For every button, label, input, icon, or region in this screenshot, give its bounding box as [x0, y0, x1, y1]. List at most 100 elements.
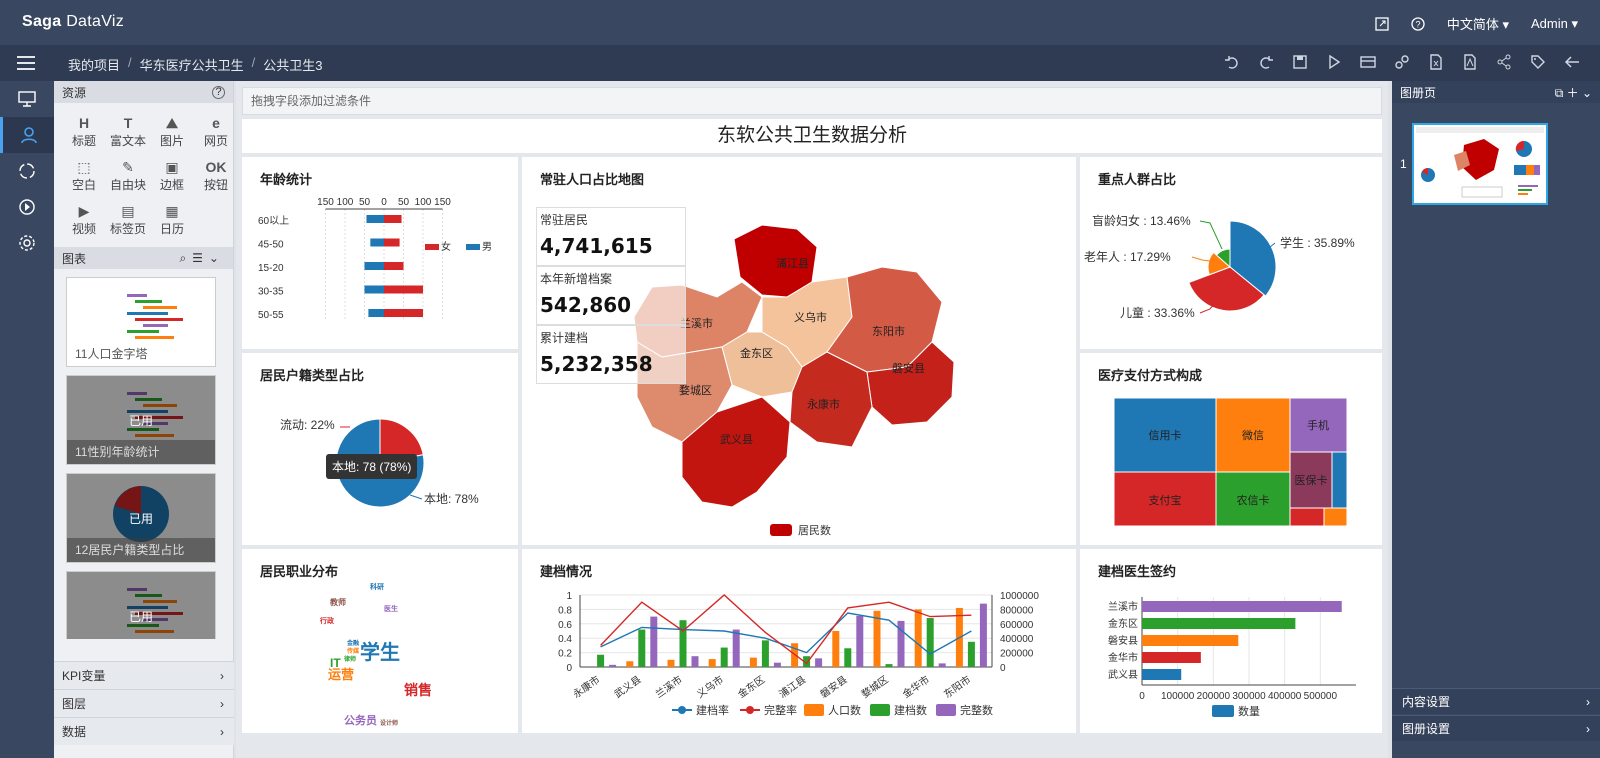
card-icon[interactable]: [1360, 54, 1376, 70]
play-icon[interactable]: [1326, 54, 1342, 70]
user-menu[interactable]: Admin ▾: [1531, 16, 1578, 32]
rail-user[interactable]: [0, 117, 54, 153]
album-settings[interactable]: 图册设置 ›: [1392, 715, 1600, 741]
word: 教师: [329, 597, 346, 607]
monitor-icon: [18, 91, 36, 107]
section-1[interactable]: 图层 ›: [54, 689, 234, 717]
undo-icon[interactable]: [1224, 54, 1240, 70]
external-link-icon[interactable]: [1375, 16, 1389, 31]
axis-tick-label: 永康市: [570, 673, 602, 701]
leader-line: [409, 494, 423, 500]
bar: [1142, 669, 1182, 680]
toolbar: 我的项目 / 华东医疗公共卫生 / 公共卫生3: [0, 45, 1600, 81]
resources-header: 资源?: [54, 81, 233, 103]
language-select[interactable]: 中文简体 ▾: [1447, 14, 1509, 33]
bar: [384, 285, 423, 294]
menu-icon[interactable]: [17, 55, 35, 71]
axis-tick-label: 0.2: [558, 649, 572, 660]
tool-7[interactable]: OK 按钮: [194, 155, 238, 195]
content-settings[interactable]: 内容设置 ›: [1392, 688, 1600, 714]
export-excel-icon[interactable]: [1428, 54, 1444, 70]
word: IT: [330, 656, 341, 670]
filing-card[interactable]: 建档情况 0 0.2 0.4 0.6 0.8 1 0 200000 400000 600000 80…: [522, 549, 1076, 733]
bar: [364, 285, 384, 294]
word: 行政: [319, 616, 335, 625]
age-chart-card[interactable]: 年龄统计 150 100 50 0 50 100 150 60以上 45-50 15-20 30-3…: [242, 157, 518, 349]
save-icon[interactable]: [1292, 54, 1308, 70]
key-groups-card[interactable]: 重点人群占比 学生 : 35.89% 儿童 : 33.36% 老年人 : 17.29…: [1080, 157, 1382, 349]
breadcrumb-item: 公共卫生3: [263, 58, 323, 73]
tag-icon[interactable]: [1530, 54, 1546, 70]
card-title: 居民职业分布: [260, 564, 339, 579]
section-2[interactable]: 数据 ›: [54, 717, 234, 745]
chart-thumbnail[interactable]: 已用 11性别年龄统计: [66, 375, 216, 465]
occupation-card[interactable]: 居民职业分布 学生 销售 运营 IT 公务员 教师 科研 行政 医生 金融 传媒 律师 设计师: [242, 549, 518, 733]
doctor-card[interactable]: 建档医生签约 0 100000 200000 300000 400000 500000 兰溪…: [1080, 549, 1382, 733]
card-title: 建档情况: [540, 564, 593, 579]
tool-2[interactable]: ⛰ 图片: [150, 111, 194, 151]
bar: [856, 615, 864, 667]
filing-combo-chart: 0 0.2 0.4 0.6 0.8 1 0 200000 400000 600000 800000 1…: [558, 591, 1039, 717]
share-icon[interactable]: [1496, 54, 1512, 70]
legend-swatch: [425, 244, 439, 250]
tool-0[interactable]: H 标题: [62, 111, 106, 151]
page-thumbnail[interactable]: [1412, 123, 1548, 205]
card-title: 医疗支付方式构成: [1098, 368, 1203, 383]
back-arrow-icon[interactable]: [1564, 54, 1580, 70]
help-icon[interactable]: ?: [212, 85, 225, 99]
pie-label: 儿童 : 33.36%: [1120, 305, 1195, 320]
filter-drop-zone[interactable]: 拖拽字段添加过滤条件: [242, 87, 1382, 115]
map-card[interactable]: 常驻人口占比地图 浦江县 兰溪市 义乌市 东阳市 金东区 磐安县 婺城区 永康市 武义县 居民数…: [522, 157, 1076, 545]
bar: [364, 262, 384, 270]
charts-header: 图表 ⌕☰⌄: [54, 247, 233, 269]
bar: [815, 658, 823, 667]
album-header: 图册页 ⧉ ＋ ⌄: [1392, 81, 1600, 103]
bar: [384, 309, 423, 317]
payment-card[interactable]: 医疗支付方式构成 信用卡 微信 手机 支付宝 农信卡 医保卡: [1080, 353, 1382, 545]
map-label: 浦江县: [776, 257, 809, 270]
household-card[interactable]: 居民户籍类型占比 流动: 22% 本地: 78% 本地: 78 (78%): [242, 353, 518, 545]
breadcrumb-item[interactable]: 我的项目: [68, 55, 120, 74]
map-label: 义乌市: [794, 310, 827, 324]
redo-icon[interactable]: [1258, 54, 1274, 70]
section-0[interactable]: KPI变量 ›: [54, 661, 234, 689]
rail-screen[interactable]: [0, 81, 54, 117]
rail-play[interactable]: [0, 189, 54, 225]
axis-tick-label: 金东区: [735, 673, 767, 701]
album-tools[interactable]: ⧉ ＋ ⌄: [1555, 84, 1592, 101]
breadcrumb-item[interactable]: 华东医疗公共卫生: [140, 55, 244, 74]
word: 医生: [384, 604, 398, 613]
rail-refresh[interactable]: [0, 153, 54, 189]
word: 学生: [360, 640, 400, 664]
tool-10[interactable]: ▦ 日历: [150, 199, 194, 239]
chart-thumbnail[interactable]: 11人口金字塔: [66, 277, 216, 367]
legend-label: 建档率: [696, 703, 729, 717]
rail-settings[interactable]: [0, 225, 54, 261]
export-pdf-icon[interactable]: [1462, 54, 1478, 70]
axis-tick-label: 15-20: [258, 263, 284, 274]
chart-tools[interactable]: ⌕☰⌄: [179, 251, 225, 266]
tool-4[interactable]: ⬚ 空白: [62, 155, 106, 195]
card-title: 建档医生签约: [1098, 564, 1177, 579]
tool-8[interactable]: ▶ 视频: [62, 199, 106, 239]
chart-thumbnail[interactable]: 已用 12居民户籍类型占比: [66, 473, 216, 563]
axis-tick-label: 东阳市: [941, 673, 973, 701]
help-icon[interactable]: ?: [1411, 16, 1425, 31]
tool-5[interactable]: ✎ 自由块: [106, 155, 150, 195]
axis-tick-label: 50-55: [258, 310, 284, 321]
link-icon[interactable]: [1394, 54, 1410, 70]
chart-thumbnail[interactable]: 已用: [66, 571, 216, 639]
tool-9[interactable]: ▤ 标签页: [106, 199, 150, 239]
axis-tick-label: 200000: [1000, 649, 1034, 660]
word: 传媒: [346, 647, 360, 655]
tool-6[interactable]: ▣ 边框: [150, 155, 194, 195]
bar: [832, 631, 840, 667]
word: 设计师: [380, 719, 398, 727]
tool-1[interactable]: T 富文本: [106, 111, 150, 151]
legend-label: 人口数: [828, 704, 861, 717]
axis-tick-label: 武义县: [1108, 668, 1138, 681]
app-logo[interactable]: Saga DataViz: [22, 13, 124, 31]
tool-3[interactable]: e 网页: [194, 111, 238, 151]
dashboard-title[interactable]: 东软公共卫生数据分析: [242, 119, 1382, 153]
bar: [926, 618, 934, 667]
